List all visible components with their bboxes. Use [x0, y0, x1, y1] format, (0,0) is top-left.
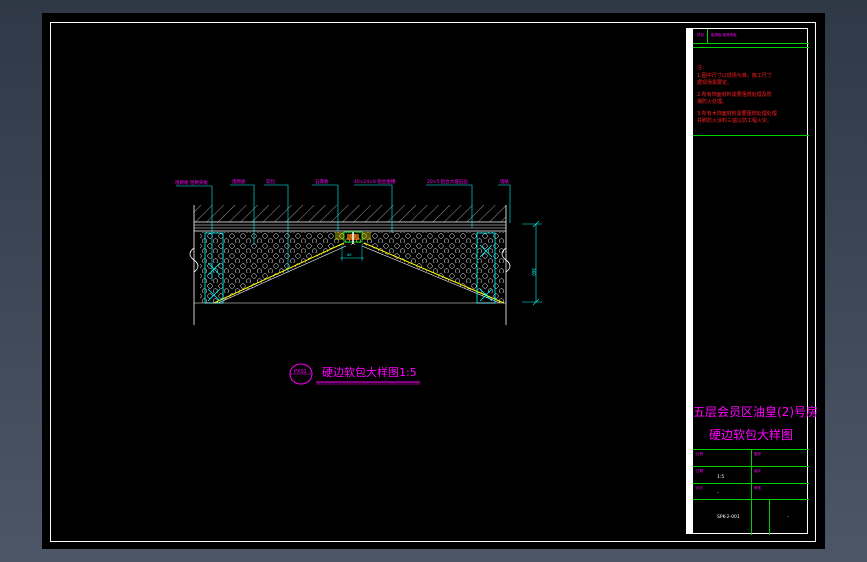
title-block-rule [751, 449, 752, 535]
callout-text-2: 阻燃板 [232, 178, 246, 185]
row-value: 1:5 [717, 475, 725, 480]
header-value: 阻燃板 阻燃夹板 [711, 33, 737, 37]
note-line: 并刷防火涂料三遍以防工程火灾。 [697, 118, 773, 124]
cad-viewport[interactable]: 阻燃板 阻燃夹板 阻燃板 软包 石膏板 40×24×8 铝合金槽 20×5 铝合… [42, 13, 825, 549]
callout-text-1: 阻燃板 阻燃夹板 [175, 179, 208, 186]
row-label: 日期 [696, 469, 703, 473]
callout-text-5: 40×24×8 铝合金槽 [354, 178, 396, 185]
title-block: 项目 阻燃板 阻燃夹板 注： 1.图中尺寸以现场为准，施工尺寸 据现场需要定。 … [686, 28, 818, 535]
row-label: 审核 [754, 486, 761, 490]
row-label: 设计 [696, 486, 703, 490]
detail-tag-text: PX01 [294, 369, 307, 375]
callout-text-6: 20×5 铝合大理石边 [427, 178, 468, 185]
note-line: 1.图中尺寸以现场为准，施工尺寸 [697, 73, 772, 79]
dimension-vertical-text: 360 [531, 268, 536, 276]
callout-text-7: 墙纸 [500, 178, 509, 185]
vertical-dimension [522, 220, 542, 306]
callout-text-4: 石膏板 [315, 178, 329, 185]
drawing-title: 硬边软包大样图1:5 [322, 365, 417, 379]
header-label: 项目 [697, 33, 704, 37]
foam-infill [200, 232, 504, 303]
row-label: 版次 [754, 469, 761, 473]
title-block-rule [693, 47, 809, 48]
project-title-line-1: 五层会员区油皇(2)号房 [693, 405, 818, 419]
title-block-rule [769, 499, 770, 535]
callout-text-3: 软包 [266, 178, 275, 185]
row-value: - [717, 491, 719, 496]
small-dimension [340, 245, 364, 261]
drawing-number: SPK-2-001 [717, 515, 740, 520]
dimension-small-text: 40 [347, 253, 351, 257]
title-block-margin [687, 29, 693, 533]
title-block-rule [693, 135, 809, 136]
concrete-layer [194, 205, 506, 222]
note-line: 3.所有木饰面材料需要阻燃处理处理 [697, 111, 777, 117]
project-title-line-2: 硬边软包大样图 [708, 428, 793, 442]
note-line: 2.所有饰面材料需要阻燃处理及防 [697, 92, 772, 98]
revision-value: - [787, 515, 789, 520]
title-block-rule [707, 29, 708, 43]
note-line: 注： [697, 65, 708, 71]
title-block-rule [693, 43, 809, 44]
note-line: 潮防火处理。 [697, 99, 728, 105]
row-label: 比例 [696, 452, 703, 456]
row-label: 图号 [754, 452, 761, 456]
note-line: 据现场需要定。 [697, 80, 733, 86]
